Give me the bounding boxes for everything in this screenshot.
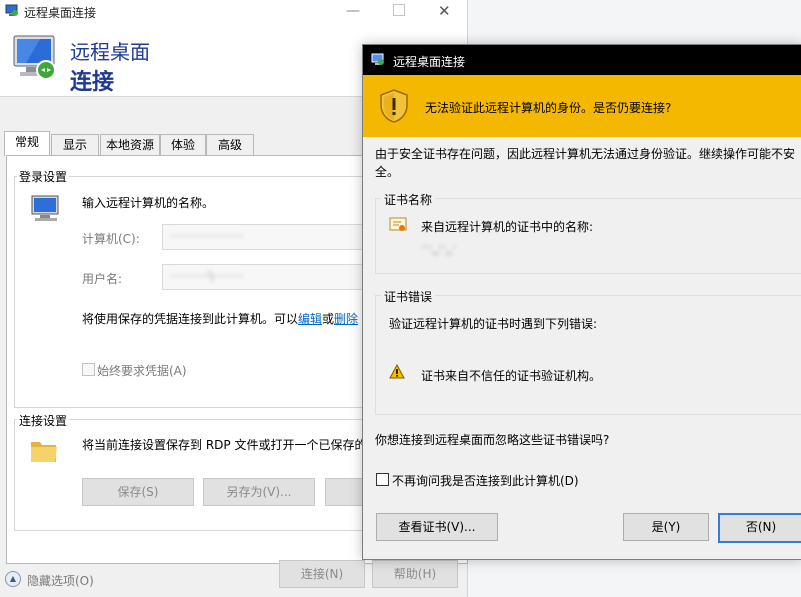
- tab-experience[interactable]: 体验: [160, 134, 206, 155]
- main-title-bar: 远程桌面连接 — ✕: [0, 0, 467, 22]
- desktop-background-bottom: [468, 558, 801, 597]
- tab-general-label: 常规: [14, 135, 39, 149]
- connect-button[interactable]: 连接(N): [279, 560, 365, 588]
- login-instruction: 输入远程计算机的名称。: [82, 196, 215, 210]
- certificate-warning-dialog: 远程桌面连接 无法验证此远程计算机的身份。是否仍要连接? 由于安全证书存在问题，…: [362, 44, 801, 560]
- edit-link[interactable]: 编辑: [298, 312, 322, 326]
- header-title-line1: 远程桌面: [70, 40, 150, 64]
- connection-settings-text: 将当前连接设置保存到 RDP 文件或打开一个已保存的: [82, 438, 367, 452]
- main-window-title: 远程桌面连接: [24, 6, 97, 20]
- dialog-title-bar: 远程桌面连接: [363, 45, 801, 75]
- tab-local-resources[interactable]: 本地资源: [100, 134, 160, 155]
- dialog-title: 远程桌面连接: [393, 55, 466, 69]
- collapse-arrow-icon[interactable]: ▲: [5, 571, 21, 587]
- yes-button[interactable]: 是(Y): [623, 513, 709, 541]
- tab-display[interactable]: 显示: [51, 134, 99, 155]
- dialog-warning-banner: 无法验证此远程计算机的身份。是否仍要连接?: [363, 75, 801, 137]
- shield-warning-icon: [379, 89, 409, 123]
- no-button[interactable]: 否(N): [718, 513, 801, 543]
- cert-name-text: 来自远程计算机的证书中的名称:: [421, 220, 594, 234]
- rdp-monitor-icon: [10, 32, 62, 84]
- save-button[interactable]: 保存(S): [82, 478, 194, 506]
- saved-credentials-text: 将使用保存的凭据连接到此计算机。可以编辑或删除: [82, 310, 358, 327]
- help-button-label: 帮助(H): [393, 567, 437, 581]
- always-prompt-label[interactable]: 始终要求凭据(A): [97, 362, 187, 379]
- dialog-description: 由于安全证书存在问题，因此远程计算机无法通过身份验证。继续操作可能不安全。: [375, 147, 796, 179]
- login-settings-label: 登录设置: [17, 168, 70, 185]
- save-button-label: 保存(S): [117, 485, 159, 499]
- cert-name-section: [375, 198, 801, 274]
- hide-options-label[interactable]: 隐藏选项(O): [27, 572, 94, 589]
- no-button-label: 否(N): [745, 520, 777, 534]
- question-text: 你想连接到远程桌面而忽略这些证书错误吗?: [375, 433, 610, 447]
- folder-icon: [29, 436, 59, 466]
- cert-error-section: [375, 295, 801, 415]
- dont-ask-checkbox[interactable]: [376, 473, 389, 486]
- certificate-icon: [389, 217, 407, 233]
- username-value: ··········\········: [171, 269, 244, 283]
- save-as-button[interactable]: 另存为(V)...: [203, 478, 315, 506]
- view-certificate-label: 查看证书(V)...: [398, 520, 476, 534]
- cert-error-text: 验证远程计算机的证书时遇到下列错误:: [389, 317, 598, 331]
- close-icon[interactable]: ✕: [438, 2, 451, 20]
- help-button[interactable]: 帮助(H): [372, 560, 458, 588]
- tab-general[interactable]: 常规: [4, 131, 50, 156]
- always-prompt-checkbox[interactable]: [82, 363, 95, 376]
- connection-settings-label: 连接设置: [17, 412, 70, 429]
- yes-button-label: 是(Y): [651, 520, 681, 534]
- tab-experience-label: 体验: [170, 138, 195, 152]
- tab-display-label: 显示: [62, 138, 87, 152]
- username-label: 用户名:: [82, 272, 123, 286]
- maximize-icon[interactable]: [393, 4, 405, 16]
- delete-link[interactable]: 删除: [334, 312, 358, 326]
- dont-ask-label[interactable]: 不再询问我是否连接到此计算机(D): [392, 472, 579, 489]
- warning-text: 无法验证此远程计算机的身份。是否仍要连接?: [425, 101, 672, 115]
- tab-advanced-label: 高级: [217, 138, 242, 152]
- tab-local-resources-label: 本地资源: [105, 138, 154, 152]
- rdp-app-icon: [5, 4, 19, 18]
- saved-cred-prefix: 将使用保存的凭据连接到此计算机。可以: [82, 312, 299, 326]
- computer-value: ···················: [171, 229, 244, 243]
- minimize-icon[interactable]: —: [346, 3, 362, 19]
- view-certificate-button[interactable]: 查看证书(V)...: [376, 513, 498, 541]
- cert-name-label: 证书名称: [381, 191, 436, 208]
- or-text: 或: [322, 312, 335, 326]
- tab-advanced[interactable]: 高级: [206, 134, 254, 155]
- rdp-app-icon: [371, 53, 385, 67]
- computer-icon: [29, 194, 63, 224]
- warning-triangle-icon: [389, 363, 405, 379]
- header-title-line2: 连接: [70, 70, 115, 95]
- cert-error-item: 证书来自不信任的证书验证机构。: [421, 369, 602, 383]
- cert-name-value: ···_··_·: [421, 240, 456, 254]
- computer-label: 计算机(C):: [82, 232, 140, 246]
- save-as-button-label: 另存为(V)...: [226, 485, 292, 499]
- desktop-background: [468, 0, 801, 44]
- connect-button-label: 连接(N): [300, 567, 344, 581]
- cert-error-label: 证书错误: [381, 288, 436, 305]
